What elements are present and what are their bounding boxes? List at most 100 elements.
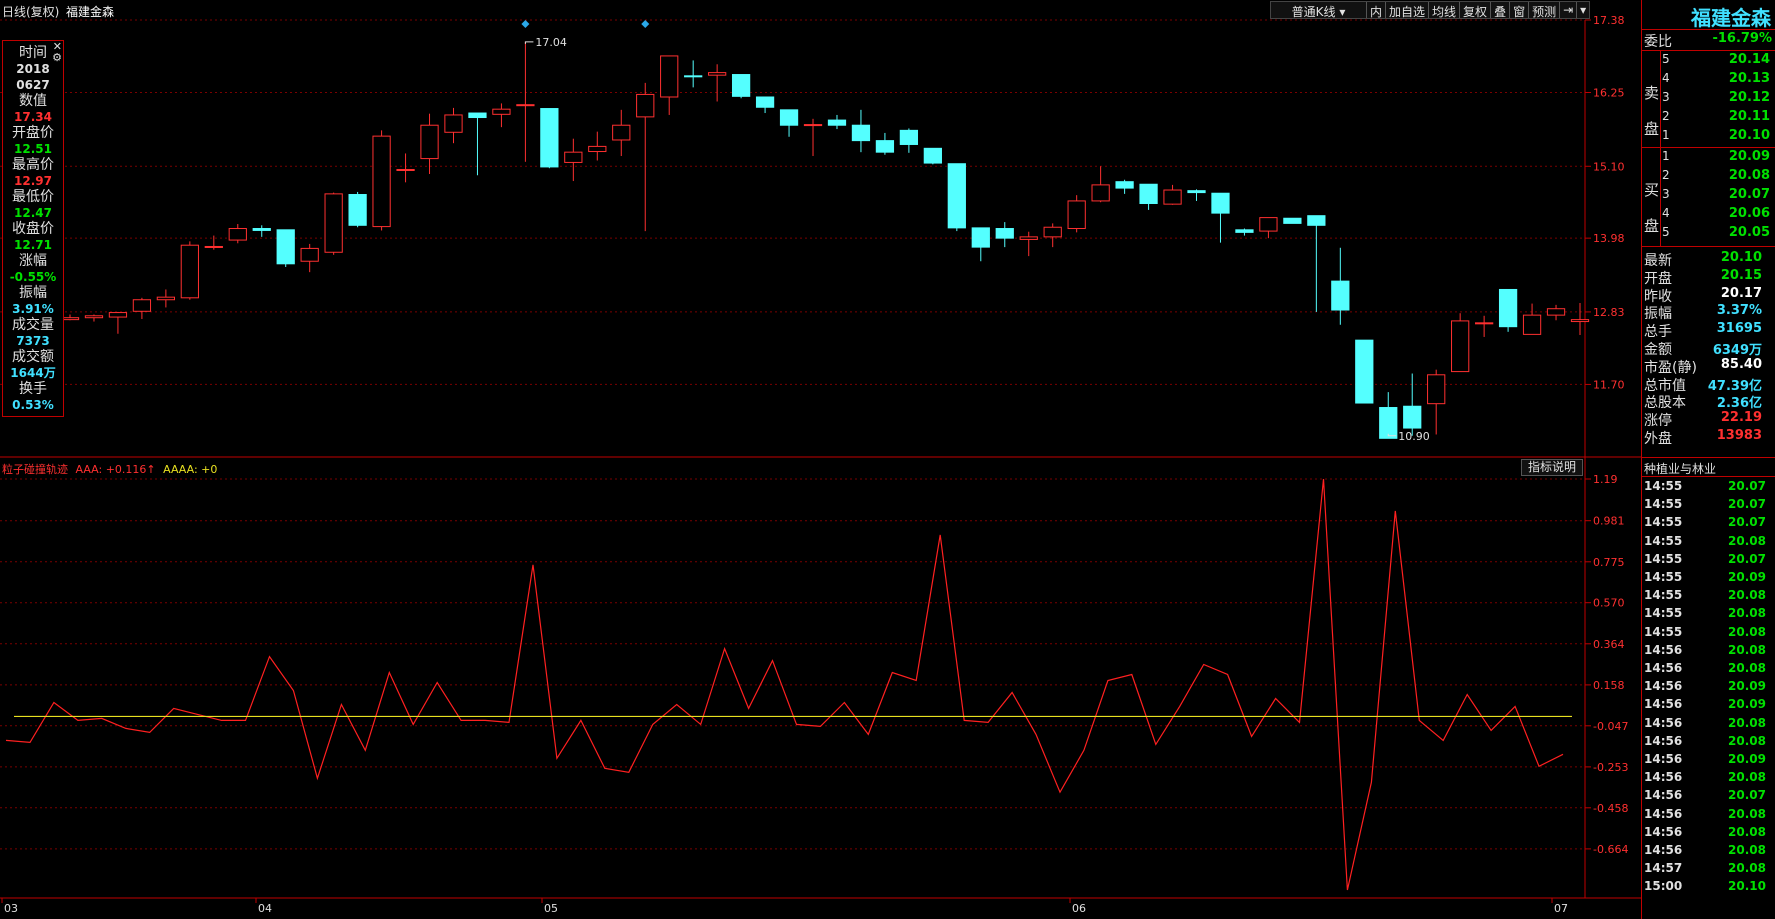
info-value: 12.51 [14, 142, 52, 156]
candle[interactable] [348, 191, 367, 228]
buy-level-row[interactable]: 5 20.05 [1642, 225, 1775, 243]
candle[interactable] [1474, 315, 1494, 337]
candle[interactable] [803, 118, 823, 157]
event-marker-icon[interactable] [521, 20, 530, 28]
candle[interactable] [899, 128, 919, 153]
candle[interactable] [875, 132, 895, 155]
candle[interactable] [396, 153, 415, 183]
industry-label[interactable]: 种植业与林业 [1644, 460, 1716, 477]
sell-level-row[interactable]: 3 20.12 [1642, 90, 1775, 108]
candle[interactable] [612, 109, 631, 157]
buy-level-row[interactable]: 1 20.09 [1642, 149, 1775, 167]
info-label: 涨幅 [19, 253, 47, 269]
candle[interactable] [1187, 189, 1206, 201]
candle[interactable] [1355, 339, 1374, 404]
candle[interactable] [588, 131, 607, 161]
sell-level-row[interactable]: 5 20.14 [1642, 52, 1775, 70]
candle[interactable] [995, 222, 1014, 248]
buy-level-row[interactable]: 2 20.08 [1642, 168, 1775, 186]
stat-row: 振幅 3.37% [1642, 303, 1775, 322]
trade-time: 14:56 [1644, 642, 1683, 657]
candle[interactable] [84, 314, 104, 322]
low-price-label: 10.90 [1398, 430, 1430, 443]
indicator-axis-label: 0.364 [1593, 638, 1625, 651]
candle[interactable] [1451, 313, 1470, 373]
candle[interactable] [1163, 184, 1182, 205]
buy-level-num: 2 [1662, 168, 1670, 182]
candle[interactable] [1067, 195, 1086, 233]
candle[interactable] [923, 147, 942, 165]
sell-level-row[interactable]: 4 20.13 [1642, 71, 1775, 89]
candle[interactable] [1307, 215, 1326, 312]
candle[interactable] [108, 311, 128, 334]
kline-chart[interactable]: 17.38 16.25 15.10 13.98 12.83 11.70 17.04 10.90… [0, 0, 1641, 919]
indicator-help-button[interactable]: 指标说明 [1521, 459, 1583, 476]
candle[interactable] [1235, 228, 1254, 236]
trade-time: 14:56 [1644, 715, 1683, 730]
candle[interactable] [1522, 303, 1542, 335]
candle[interactable] [708, 64, 727, 102]
trade-time: 14:55 [1644, 551, 1683, 566]
candle[interactable] [1139, 183, 1158, 210]
sell-level-row[interactable]: 1 20.10 [1642, 128, 1775, 146]
candle[interactable] [947, 163, 966, 232]
trade-price: 20.09 [1728, 679, 1766, 694]
trade-price: 20.08 [1728, 806, 1766, 821]
candle[interactable] [851, 109, 871, 153]
candle[interactable] [1091, 166, 1110, 203]
candle[interactable] [755, 96, 775, 114]
stat-row: 外盘 13983 [1642, 428, 1775, 447]
indicator-name[interactable]: 粒子碰撞轨迹 [2, 463, 68, 476]
candle[interactable] [492, 103, 511, 128]
trade-price: 20.07 [1728, 479, 1766, 493]
candle[interactable] [1570, 302, 1590, 336]
candle[interactable] [156, 289, 176, 308]
candle[interactable] [1379, 392, 1398, 439]
candle[interactable] [636, 82, 655, 232]
candle[interactable] [180, 241, 199, 300]
sell-level-row[interactable]: 2 20.11 [1642, 109, 1775, 127]
candle[interactable] [1331, 247, 1350, 325]
candle[interactable] [300, 243, 319, 273]
candle[interactable] [1115, 179, 1134, 194]
candle[interactable] [276, 229, 295, 268]
candle[interactable] [132, 297, 152, 319]
candle[interactable] [779, 109, 799, 137]
buy-level-price: 20.05 [1728, 225, 1770, 240]
candle[interactable] [540, 108, 559, 169]
candle[interactable] [324, 192, 343, 255]
candle[interactable] [444, 107, 463, 144]
candle[interactable] [1403, 373, 1422, 436]
candle[interactable] [660, 55, 679, 115]
candle[interactable] [516, 41, 535, 162]
candle[interactable] [731, 74, 751, 99]
candle[interactable] [1546, 304, 1566, 321]
candle[interactable] [1427, 369, 1446, 435]
candle[interactable] [1498, 288, 1518, 332]
candle[interactable] [564, 138, 583, 182]
candle[interactable] [827, 114, 847, 130]
date-axis-label: 07 [1554, 902, 1568, 915]
trade-time: 14:55 [1644, 533, 1683, 548]
candle[interactable] [684, 60, 703, 88]
buy-level-row[interactable]: 3 20.07 [1642, 187, 1775, 205]
gear-icon[interactable]: ⚙ [52, 52, 62, 63]
candle[interactable] [204, 235, 223, 250]
candle[interactable] [420, 113, 439, 174]
candle[interactable] [971, 227, 990, 262]
candle[interactable] [1043, 223, 1062, 248]
aaa-series-line[interactable] [5, 478, 1564, 891]
buy-level-row[interactable]: 4 20.06 [1642, 206, 1775, 224]
stat-label: 外盘 [1644, 431, 1672, 447]
buy-level-price: 20.08 [1728, 168, 1770, 183]
candle[interactable] [228, 224, 247, 244]
candle[interactable] [1019, 231, 1038, 257]
buy-level-price: 20.06 [1728, 206, 1770, 221]
candle[interactable] [372, 130, 391, 231]
sell-level-num: 2 [1662, 109, 1670, 123]
candle[interactable] [1211, 192, 1230, 243]
candle[interactable] [1283, 217, 1302, 224]
candle[interactable] [1259, 217, 1278, 239]
candle[interactable] [252, 225, 271, 237]
event-marker-icon[interactable] [641, 20, 650, 28]
